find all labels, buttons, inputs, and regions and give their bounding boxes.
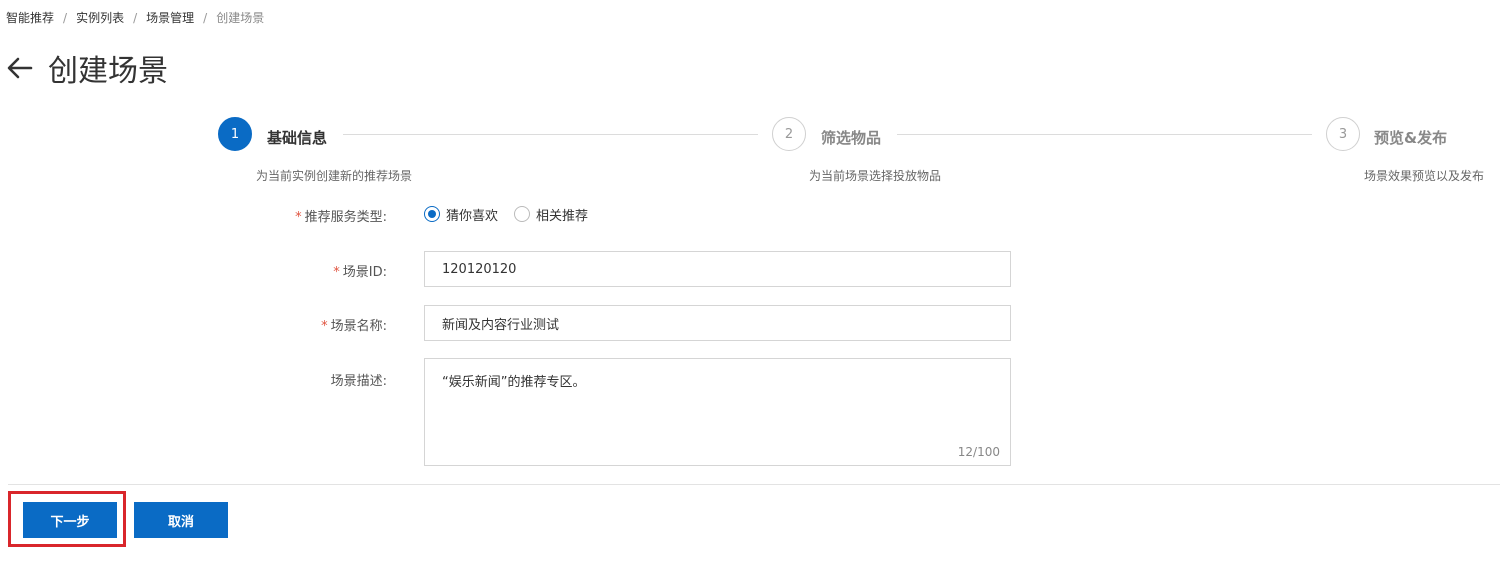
back-arrow-icon[interactable] [4,48,36,88]
required-mark: * [321,319,328,334]
radio-unchecked-icon[interactable] [514,206,531,222]
scene-name-input[interactable] [424,305,1011,341]
cancel-button[interactable]: 取消 [134,502,228,538]
breadcrumb-item-smart-recommend[interactable]: 智能推荐 [6,11,54,25]
breadcrumb-separator: / [63,11,68,25]
page-title: 创建场景 [48,54,168,89]
breadcrumb: 智能推荐 / 实例列表 / 场景管理 / 创建场景 [6,9,264,26]
step-1-circle: 1 [218,117,252,151]
scene-desc-field: “娱乐新闻”的推荐专区。 12/100 [424,358,1011,466]
breadcrumb-separator: / [203,11,208,25]
breadcrumb-item-instance-list[interactable]: 实例列表 [76,11,124,25]
step-connector-line [343,134,758,135]
step-1-desc: 为当前实例创建新的推荐场景 [256,169,413,183]
scene-id-input[interactable] [424,251,1011,287]
step-2-desc: 为当前场景选择投放物品 [809,169,942,183]
radio-checked-icon[interactable] [424,206,440,222]
required-mark: * [295,210,302,225]
next-step-button[interactable]: 下一步 [23,502,117,538]
radio-guess-you-like[interactable]: 猜你喜欢 [424,205,498,224]
step-2-circle: 2 [772,117,806,151]
radio-related-recommend[interactable]: 相关推荐 [514,205,588,224]
radio-label: 猜你喜欢 [446,208,499,224]
step-3-desc: 场景效果预览以及发布 [1364,169,1485,183]
char-count: 12/100 [957,445,1000,459]
scene-desc-textarea[interactable]: “娱乐新闻”的推荐专区。 [425,359,1010,465]
step-connector-line [897,134,1312,135]
service-type-radio-group: 猜你喜欢 相关推荐 [424,204,604,224]
step-3-title: 预览&发布 [1374,129,1448,147]
service-type-label: * 推荐服务类型: [295,210,387,225]
scene-id-label: * 场景ID: [333,265,387,280]
scene-name-label: * 场景名称: [321,319,387,334]
scene-desc-label: 场景描述: [330,374,387,389]
required-mark: * [333,265,340,280]
step-1-title: 基础信息 [267,129,328,147]
footer-divider [8,484,1500,485]
breadcrumb-separator: / [133,11,138,25]
breadcrumb-current: 创建场景 [216,11,265,25]
step-3-circle: 3 [1326,117,1360,151]
radio-label: 相关推荐 [536,208,589,224]
breadcrumb-item-scene-management[interactable]: 场景管理 [146,11,194,25]
step-2-title: 筛选物品 [821,129,882,147]
